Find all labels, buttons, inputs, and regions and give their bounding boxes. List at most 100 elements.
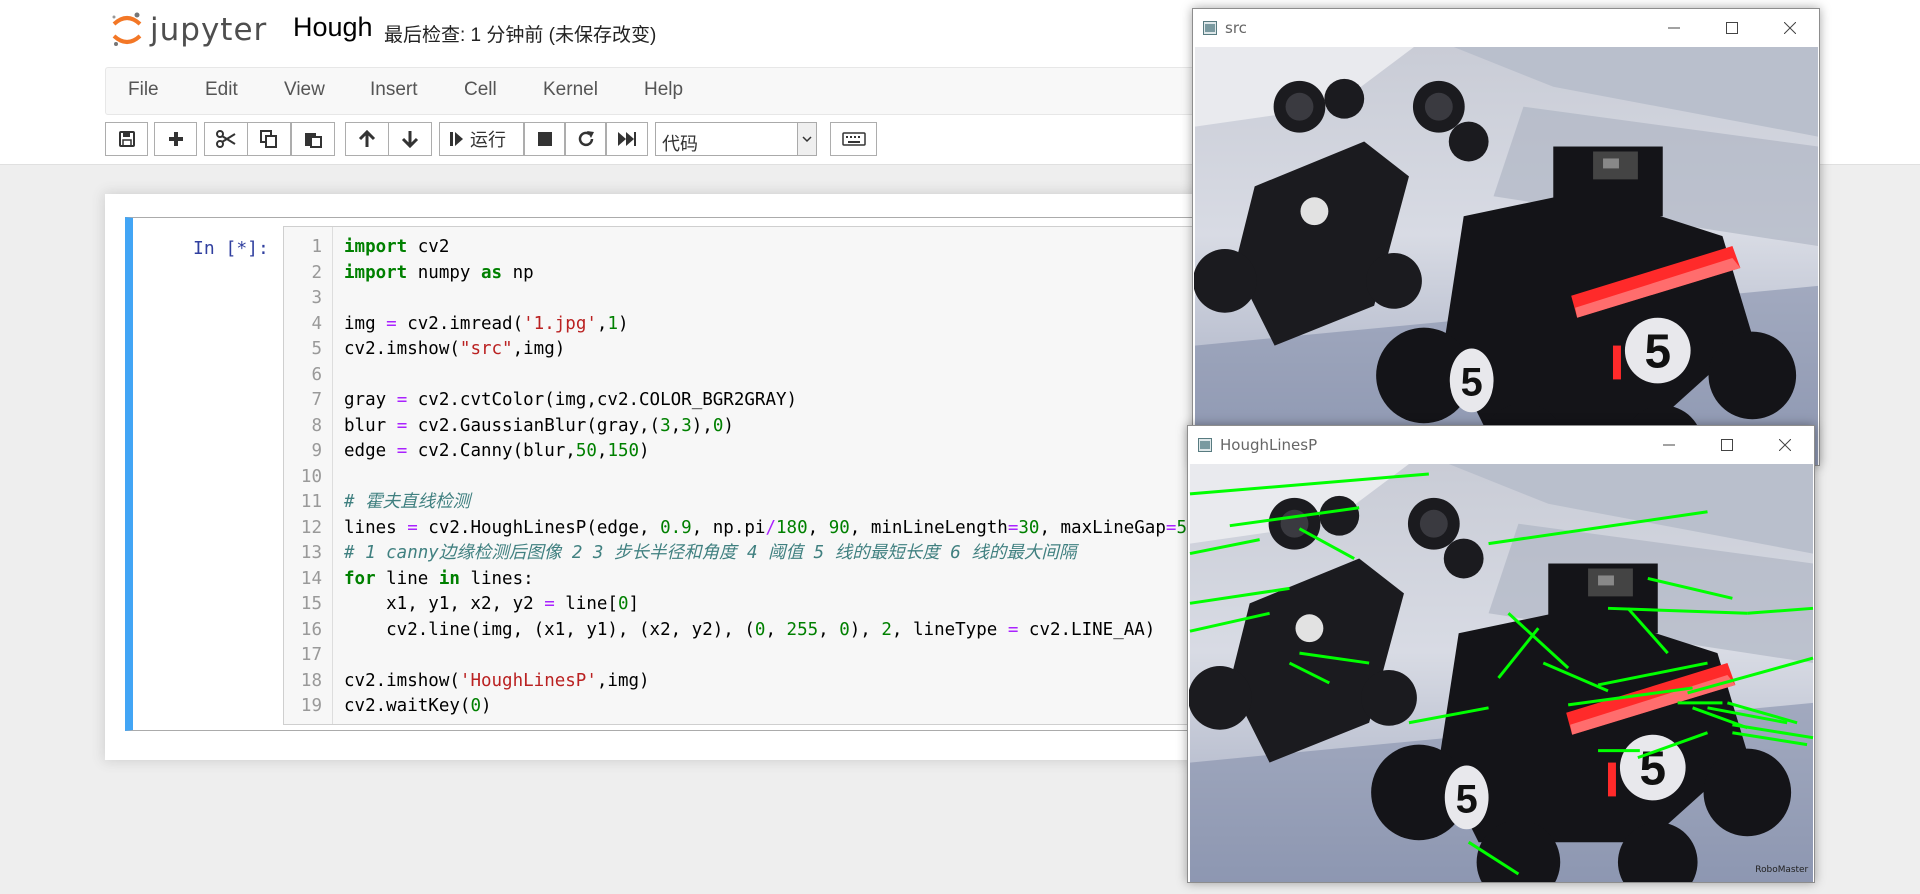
line-number: 14 xyxy=(300,568,322,589)
maximize-icon xyxy=(1721,439,1733,451)
code-line: # 霍夫直线检测 xyxy=(344,492,471,512)
code-line: import numpy as np xyxy=(344,262,534,283)
checkpoint-status: 最后检查: 1 分钟前 (未保存改变) xyxy=(384,25,657,46)
src-image: 55 xyxy=(1194,47,1819,465)
maximize-button[interactable] xyxy=(1698,426,1756,464)
line-number-gutter: 1 2 3 4 5 6 7 8 9 10 11 12 13 14 15 16 1… xyxy=(284,227,333,724)
minimize-button[interactable] xyxy=(1645,9,1703,47)
interrupt-button[interactable] xyxy=(524,122,565,156)
cut-icon xyxy=(216,130,236,148)
close-icon xyxy=(1779,439,1791,451)
line-number: 5 xyxy=(311,339,322,359)
jupyter-logo-text: jupyter xyxy=(150,12,268,48)
menu-insert[interactable]: Insert xyxy=(370,79,418,101)
robot-number-label: 5 xyxy=(1644,325,1671,378)
line-number: 12 xyxy=(300,517,322,538)
minimize-button[interactable] xyxy=(1640,426,1698,464)
code-line: cv2.imshow("src",img) xyxy=(344,339,566,359)
line-number: 9 xyxy=(311,441,322,461)
insert-cell-button[interactable] xyxy=(154,122,197,156)
cell-type-value: 代码 xyxy=(662,134,698,154)
line-number: 3 xyxy=(311,288,322,308)
opencv-window-houghlinesp[interactable]: HoughLinesP 5 5 RoboMaster xyxy=(1187,425,1815,883)
save-button[interactable] xyxy=(105,122,148,156)
app-icon xyxy=(1198,438,1212,452)
menu-help[interactable]: Help xyxy=(644,79,683,101)
image-watermark: RoboMaster xyxy=(1755,865,1808,875)
notebook-title[interactable]: Hough xyxy=(293,12,373,43)
code-line: # 1 canny边缘检测后图像 2 3 步长半径和角度 4 阈值 5 线的最短… xyxy=(344,543,1077,563)
maximize-button[interactable] xyxy=(1703,9,1761,47)
cell-type-select[interactable]: 代码 xyxy=(655,122,817,156)
robot-number-label: 5 xyxy=(1456,777,1478,821)
cell-prompt: In [*]: xyxy=(193,238,269,259)
line-number: 10 xyxy=(300,466,322,487)
run-all-button[interactable] xyxy=(606,122,648,156)
close-button[interactable] xyxy=(1756,426,1814,464)
line-number: 8 xyxy=(311,415,322,436)
command-palette-button[interactable] xyxy=(830,122,877,156)
move-up-button[interactable] xyxy=(345,122,389,156)
save-icon xyxy=(118,131,135,147)
fast-forward-icon xyxy=(618,132,636,146)
line-number: 1 xyxy=(311,237,322,257)
line-number: 2 xyxy=(311,262,322,283)
arrow-up-icon xyxy=(358,130,376,147)
opencv-window-src[interactable]: src 55 xyxy=(1192,8,1820,466)
menu-file[interactable]: File xyxy=(128,79,159,101)
robot-number-label: 5 xyxy=(1461,360,1483,404)
chevron-down-icon xyxy=(797,123,816,155)
copy-icon xyxy=(260,130,277,148)
notebook-container: In [*]: 1 2 3 4 5 6 7 8 9 10 11 12 13 14… xyxy=(105,194,1293,760)
maximize-icon xyxy=(1726,22,1738,34)
code-line: lines = cv2.HoughLinesP(edge, 0.9, np.pi… xyxy=(344,517,1198,538)
run-button[interactable]: 运行 xyxy=(439,122,524,156)
keyboard-icon xyxy=(841,132,866,146)
paste-button[interactable] xyxy=(291,122,335,156)
step-forward-icon xyxy=(450,132,463,146)
menu-kernel[interactable]: Kernel xyxy=(543,79,598,101)
line-number: 4 xyxy=(311,313,322,334)
code-line: img = cv2.imread('1.jpg',1) xyxy=(344,313,629,334)
code-cell[interactable]: In [*]: 1 2 3 4 5 6 7 8 9 10 11 12 13 14… xyxy=(125,217,1293,731)
code-line: import cv2 xyxy=(344,237,450,257)
window-titlebar[interactable]: HoughLinesP xyxy=(1188,426,1814,464)
code-line: cv2.waitKey(0) xyxy=(344,696,492,716)
close-button[interactable] xyxy=(1761,9,1819,47)
run-button-label: 运行 xyxy=(470,130,506,150)
menu-bar: File Edit View Insert Cell Kernel Help xyxy=(105,67,1277,115)
paste-icon xyxy=(305,133,322,148)
menu-cell[interactable]: Cell xyxy=(464,79,497,101)
line-number: 11 xyxy=(300,492,322,512)
menu-edit[interactable]: Edit xyxy=(205,79,238,101)
window-titlebar[interactable]: src xyxy=(1193,9,1819,47)
line-number: 18 xyxy=(300,670,322,691)
cut-button[interactable] xyxy=(204,122,248,156)
code-line: edge = cv2.Canny(blur,50,150) xyxy=(344,441,650,461)
robot-photo: 55 xyxy=(1194,47,1819,465)
close-icon xyxy=(1784,22,1796,34)
code-line: blur = cv2.GaussianBlur(gray,(3,3),0) xyxy=(344,415,734,436)
jupyter-logo[interactable]: jupyter xyxy=(110,6,267,54)
line-number: 13 xyxy=(300,543,322,563)
stop-icon xyxy=(537,132,552,146)
plus-icon xyxy=(168,132,183,146)
line-number: 7 xyxy=(311,390,322,410)
minimize-icon xyxy=(1663,444,1675,446)
copy-button[interactable] xyxy=(247,122,291,156)
window-title: src xyxy=(1225,19,1247,37)
line-number: 19 xyxy=(300,696,322,716)
code-line: for line in lines: xyxy=(344,568,534,589)
menu-view[interactable]: View xyxy=(284,79,325,101)
hough-image: 5 5 RoboMaster xyxy=(1189,464,1814,882)
restart-button[interactable] xyxy=(565,122,606,156)
code-editor[interactable]: 1 2 3 4 5 6 7 8 9 10 11 12 13 14 15 16 1… xyxy=(283,226,1293,725)
app-icon xyxy=(1203,21,1217,35)
minimize-icon xyxy=(1668,27,1680,29)
code-line: gray = cv2.cvtColor(img,cv2.COLOR_BGR2GR… xyxy=(344,390,798,410)
code-line: cv2.imshow('HoughLinesP',img) xyxy=(344,670,650,691)
line-number: 16 xyxy=(300,619,322,640)
move-down-button[interactable] xyxy=(388,122,432,156)
line-number: 17 xyxy=(300,645,322,665)
robot-photo-with-lines: 55RoboMaster xyxy=(1189,464,1814,882)
